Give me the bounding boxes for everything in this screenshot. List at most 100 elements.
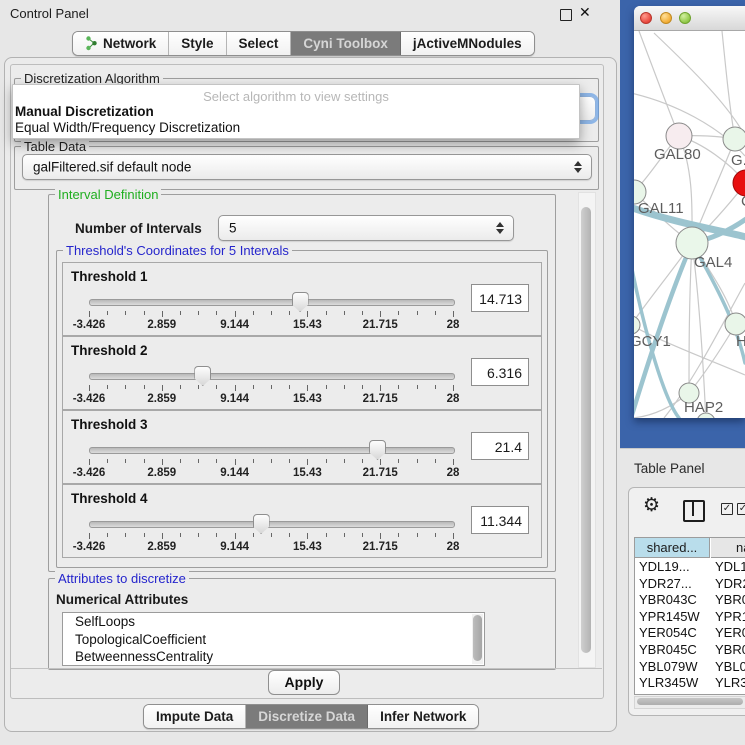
zoom-traffic-light[interactable] xyxy=(679,12,691,24)
threshold-2-slider[interactable]: -3.4262.8599.14415.4321.71528 xyxy=(89,367,453,405)
app-root: Control Panel ✕ NetworkStyleSelectCyni T… xyxy=(0,0,745,745)
tab-infer-network[interactable]: Infer Network xyxy=(368,705,478,728)
tick-label: 28 xyxy=(447,467,460,479)
cell-shared-name[interactable]: YBR043C xyxy=(639,592,697,607)
cell-name[interactable]: YIL0 xyxy=(715,692,742,695)
cell-name[interactable]: YBR0 xyxy=(715,592,745,607)
network-canvas[interactable]: GAL80G.CGAL11GAL4GCY1HHAP2 xyxy=(634,31,745,418)
group-title-attributes: Attributes to discretize xyxy=(55,571,189,586)
slider-thumb[interactable] xyxy=(194,366,211,386)
column-header-shared-name[interactable]: shared... xyxy=(635,538,710,558)
cell-name[interactable]: YPR1 xyxy=(715,609,745,624)
tab-cyni-toolbox[interactable]: Cyni Toolbox xyxy=(291,32,401,55)
table-row[interactable]: YBR045C YBR0 xyxy=(635,642,745,659)
cell-shared-name[interactable]: YLR345W xyxy=(639,675,698,690)
chevron-up-down-icon xyxy=(574,161,582,173)
cell-shared-name[interactable]: YDL19... xyxy=(639,559,690,574)
attribute-list-item[interactable]: SelfLoops xyxy=(63,613,484,631)
cell-name[interactable]: YBL0 xyxy=(715,659,745,674)
table-row[interactable]: YBL079W YBL0 xyxy=(635,659,745,676)
tick-mark xyxy=(180,459,181,463)
cell-name[interactable]: YBR0 xyxy=(715,642,745,657)
slider-thumb[interactable] xyxy=(292,292,309,312)
number-of-intervals-combo[interactable]: 5 xyxy=(218,215,514,241)
cell-shared-name[interactable]: YDR27... xyxy=(639,576,692,591)
network-node-gcy1[interactable] xyxy=(634,316,640,334)
cell-name[interactable]: YLR3 xyxy=(715,675,745,690)
tab-jactivemnodules[interactable]: jActiveMNodules xyxy=(401,32,534,55)
slider-thumb[interactable] xyxy=(253,514,270,534)
threshold-4-slider[interactable]: -3.4262.8599.14415.4321.71528 xyxy=(89,515,453,553)
network-node-g[interactable] xyxy=(723,127,745,151)
cell-shared-name[interactable]: YIL052C xyxy=(639,692,690,695)
panel-vertical-scrollbar[interactable] xyxy=(578,192,596,668)
table-row[interactable]: YDL19... YDL1 xyxy=(635,559,745,576)
tick-label: 9.144 xyxy=(220,319,249,331)
threshold-1-slider[interactable]: -3.4262.8599.14415.4321.71528 xyxy=(89,293,453,331)
threshold-1-value-field[interactable]: 14.713 xyxy=(471,284,529,312)
attribute-list-item[interactable]: BetweennessCentrality xyxy=(63,648,484,666)
cell-shared-name[interactable]: YER054C xyxy=(639,625,697,640)
cell-name[interactable]: YDL1 xyxy=(715,559,745,574)
tab-discretize-data[interactable]: Discretize Data xyxy=(246,705,368,728)
slider-track[interactable] xyxy=(89,373,455,380)
apply-button[interactable]: Apply xyxy=(268,670,340,695)
tab-style[interactable]: Style xyxy=(169,32,226,55)
tick-mark xyxy=(289,385,290,389)
cell-name[interactable]: YER0 xyxy=(715,625,745,640)
tick-label: 9.144 xyxy=(220,541,249,553)
slider-thumb[interactable] xyxy=(369,440,386,460)
attribute-list-item[interactable]: TopologicalCoefficient xyxy=(63,631,484,649)
table-row[interactable]: YDR27... YDR2 xyxy=(635,576,745,593)
split-pane-icon[interactable] xyxy=(683,500,705,522)
slider-track[interactable] xyxy=(89,521,455,528)
tick-mark xyxy=(216,459,217,463)
table-data-combo[interactable]: galFiltered.sif default node xyxy=(22,154,592,180)
control-panel-titlebar: Control Panel ✕ xyxy=(0,0,620,27)
tick-mark xyxy=(180,533,181,537)
close-traffic-light[interactable] xyxy=(640,12,652,24)
tick-mark xyxy=(216,385,217,389)
numerical-attributes-list[interactable]: SelfLoopsTopologicalCoefficientBetweenne… xyxy=(62,612,485,666)
node-label: GAL4 xyxy=(694,254,732,271)
tick-mark xyxy=(125,385,126,389)
cell-name[interactable]: YDR2 xyxy=(715,576,745,591)
cell-shared-name[interactable]: YBL079W xyxy=(639,659,698,674)
cell-shared-name[interactable]: YPR145W xyxy=(639,609,700,624)
table-row[interactable]: YER054C YER0 xyxy=(635,625,745,642)
table-row[interactable]: YPR145W YPR1 xyxy=(635,609,745,626)
minimize-traffic-light[interactable] xyxy=(660,12,672,24)
threshold-2-value-field[interactable]: 6.316 xyxy=(471,358,529,386)
tick-mark xyxy=(162,385,163,391)
network-node-h[interactable] xyxy=(725,313,745,335)
node-attribute-table[interactable]: shared... na YDL19...YDL1YDR27...YDR2YBR… xyxy=(634,537,745,695)
tab-network[interactable]: Network xyxy=(73,32,169,55)
close-icon[interactable]: ✕ xyxy=(579,4,591,21)
gear-icon[interactable]: ⚙ xyxy=(643,494,660,517)
table-horizontal-scrollbar[interactable] xyxy=(634,696,745,709)
table-row[interactable]: YIL052C YIL0 xyxy=(635,692,745,695)
tab-select[interactable]: Select xyxy=(227,32,292,55)
cell-shared-name[interactable]: YBR045C xyxy=(639,642,697,657)
column-header-name[interactable]: na xyxy=(711,538,745,558)
attributes-list-scrollbar[interactable] xyxy=(472,614,483,664)
threshold-4-value-field[interactable]: 11.344 xyxy=(471,506,529,534)
table-row[interactable]: YLR345W YLR3 xyxy=(635,675,745,692)
threshold-3-slider[interactable]: -3.4262.8599.14415.4321.71528 xyxy=(89,441,453,479)
float-icon[interactable] xyxy=(560,9,572,21)
menu-item-equal-width-frequency[interactable]: Equal Width/Frequency Discretization xyxy=(15,120,240,135)
checkbox-icon[interactable]: ✓ xyxy=(737,503,745,515)
slider-track[interactable] xyxy=(89,299,455,306)
tick-mark xyxy=(144,385,145,389)
table-data-combo-value: galFiltered.sif default node xyxy=(33,160,191,175)
threshold-2-panel: Threshold 2 -3.4262.8599.14415.4321.7152… xyxy=(62,336,542,410)
menu-item-manual-discretization[interactable]: Manual Discretization xyxy=(15,104,154,119)
table-row[interactable]: YBR043C YBR0 xyxy=(635,592,745,609)
threshold-3-value-field[interactable]: 21.4 xyxy=(471,432,529,460)
tick-mark xyxy=(326,533,327,537)
slider-track[interactable] xyxy=(89,447,455,454)
checkbox-icon[interactable]: ✓ xyxy=(721,503,733,515)
node-label: GCY1 xyxy=(634,333,671,350)
tab-impute-data[interactable]: Impute Data xyxy=(144,705,246,728)
network-icon xyxy=(85,36,98,51)
